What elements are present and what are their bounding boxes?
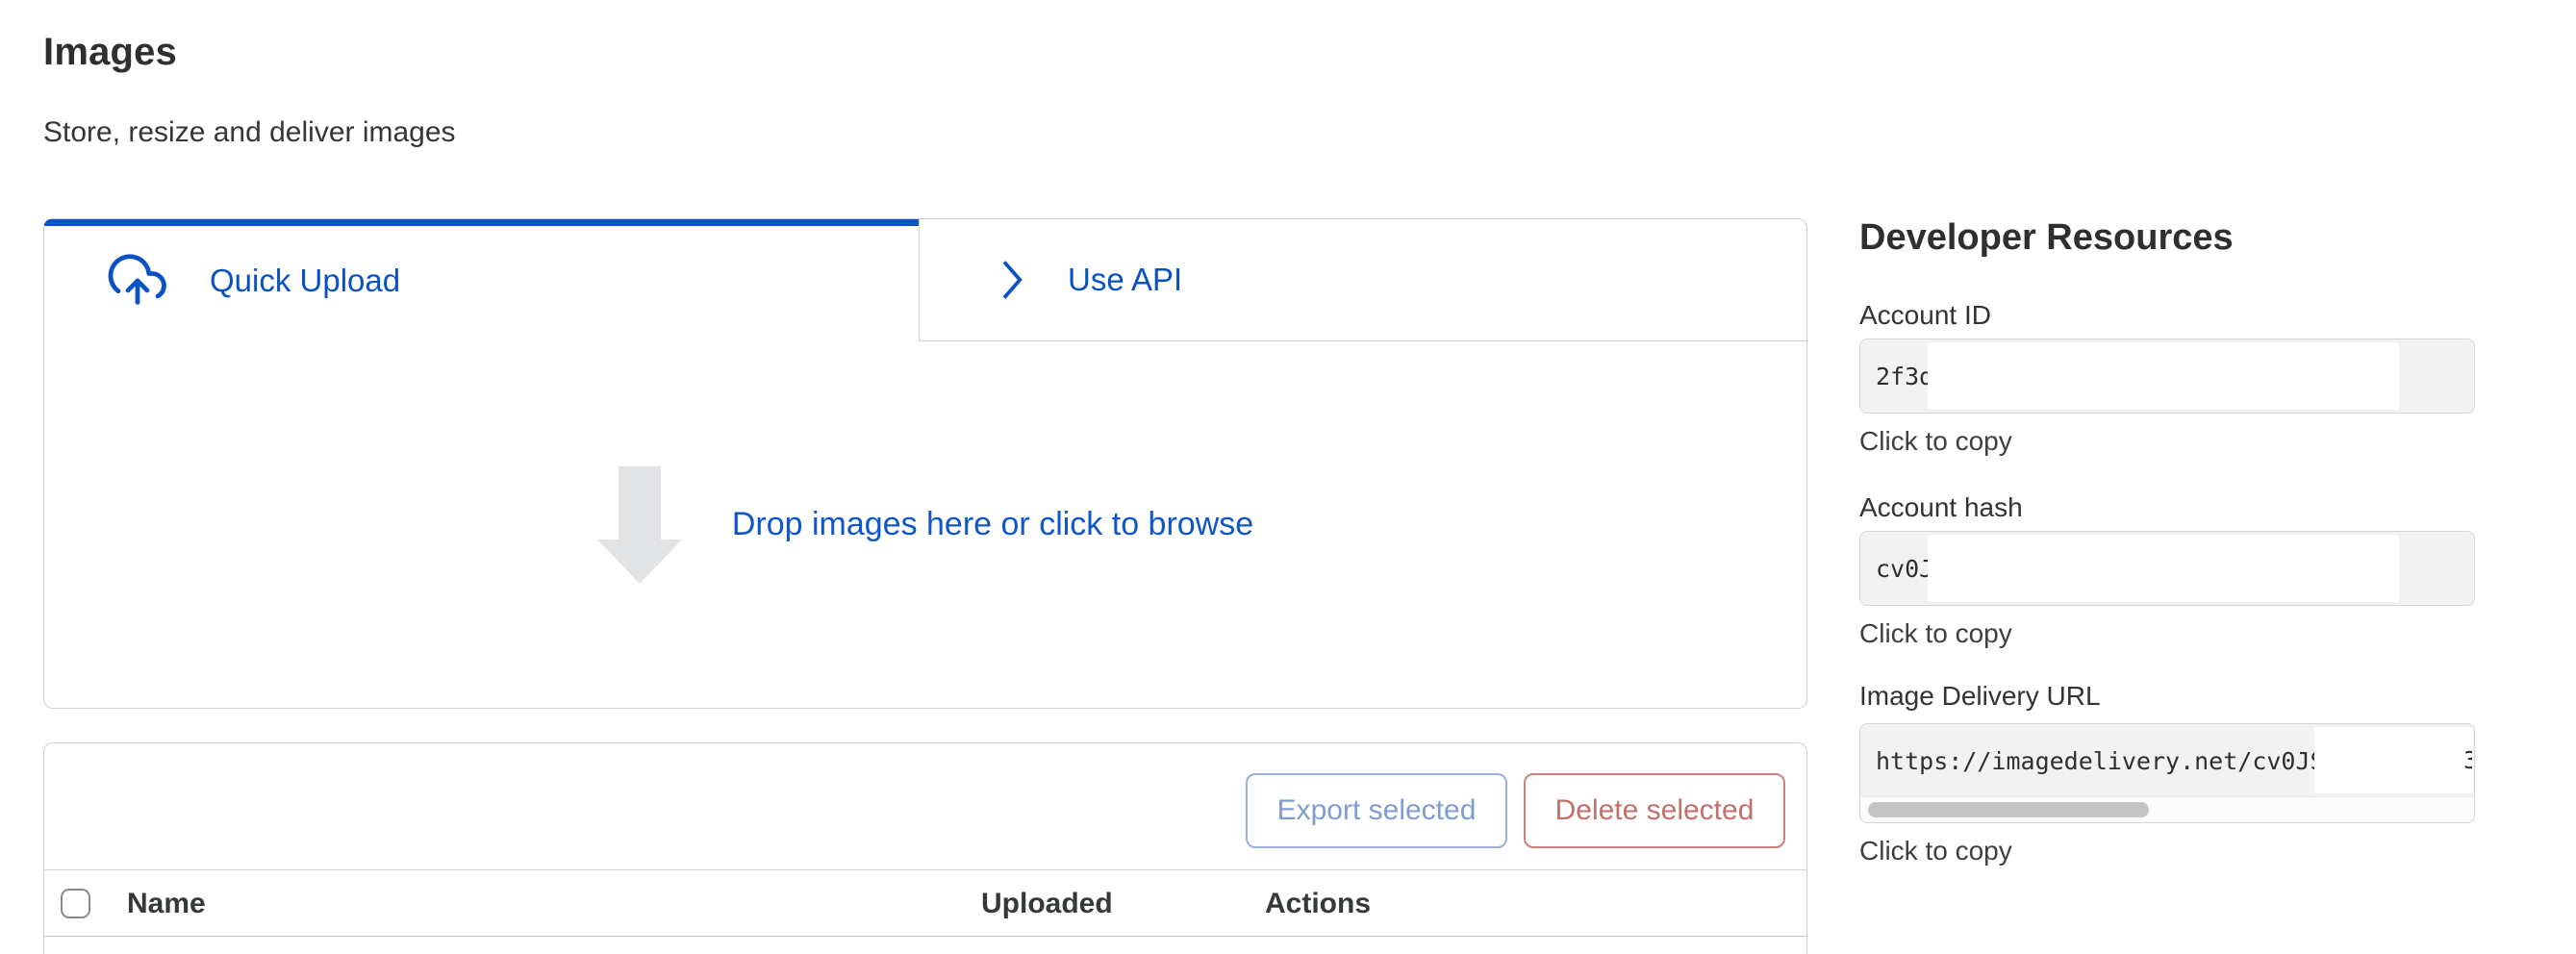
images-page: Images Store, resize and deliver images … [0, 0, 2576, 954]
table-header-row: Name Uploaded Actions [44, 869, 1806, 937]
tab-use-api-label: Use API [1068, 262, 1182, 298]
chevron-right-icon [995, 253, 1027, 307]
tab-quick-upload-label: Quick Upload [210, 263, 400, 299]
developer-resources-title: Developer Resources [1859, 217, 2234, 259]
redaction-overlay [2314, 727, 2473, 793]
select-all-checkbox[interactable] [61, 889, 90, 918]
image-delivery-url-value: https://imagedelivery.net/cv0JSj [1876, 724, 2339, 797]
account-hash-label: Account hash [1859, 492, 2023, 523]
export-selected-button[interactable]: Export selected [1246, 773, 1507, 848]
account-id-copy-hint: Click to copy [1859, 426, 2012, 457]
drop-zone-label: Drop images here or click to browse [732, 506, 1253, 543]
redaction-overlay [1928, 342, 2399, 410]
main-column: Images Store, resize and deliver images … [43, 0, 1807, 954]
account-hash-value: cv0J [1876, 532, 1933, 605]
upload-tabs: Quick Upload Use API [43, 218, 1807, 341]
image-delivery-url-field[interactable]: https://imagedelivery.net/cv0JSj 3 [1859, 723, 2475, 823]
image-list-card: Export selected Delete selected Name Upl… [43, 742, 1807, 954]
account-hash-copy-hint: Click to copy [1859, 618, 2012, 649]
delete-selected-button[interactable]: Delete selected [1524, 773, 1785, 848]
account-id-label: Account ID [1859, 300, 1991, 331]
tab-quick-upload[interactable]: Quick Upload [43, 218, 920, 341]
image-delivery-url-copy-hint: Click to copy [1859, 836, 2012, 866]
developer-resources-panel: Developer Resources Account ID 2f3d Clic… [1859, 0, 2475, 954]
page-title: Images [43, 31, 177, 74]
page-subtitle: Store, resize and deliver images [43, 116, 456, 149]
account-id-value: 2f3d [1876, 339, 1933, 413]
tab-use-api[interactable]: Use API [920, 218, 1807, 341]
horizontal-scrollbar-thumb[interactable] [1868, 802, 2149, 817]
account-id-field[interactable]: 2f3d [1859, 339, 2475, 414]
image-drop-zone[interactable]: Drop images here or click to browse [43, 341, 1807, 709]
horizontal-scrollbar [1860, 796, 2474, 822]
column-header-name: Name [127, 888, 206, 920]
account-hash-field[interactable]: cv0J [1859, 531, 2475, 606]
arrow-down-icon [597, 466, 682, 584]
column-header-actions: Actions [1265, 888, 1371, 920]
image-delivery-url-label: Image Delivery URL [1859, 681, 2101, 712]
column-header-uploaded: Uploaded [981, 888, 1113, 920]
value-fragment: 3 [2463, 744, 2472, 777]
cloud-upload-icon [106, 252, 169, 310]
redaction-overlay [1928, 535, 2399, 602]
